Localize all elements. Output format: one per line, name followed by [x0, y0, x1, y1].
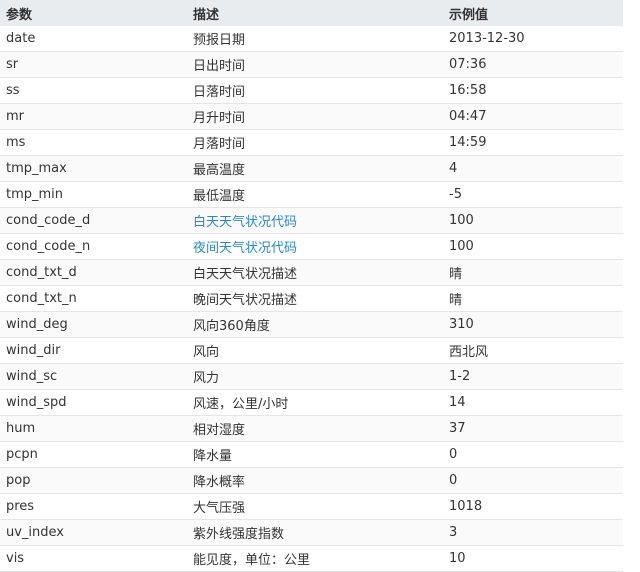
example-cell: 2013-12-30 — [443, 26, 623, 52]
example-cell: 16:58 — [443, 77, 623, 104]
param-cell: wind_deg — [0, 311, 187, 338]
table-row: sr 日出时间 07:36 — [0, 51, 623, 78]
param-cell: uv_index — [0, 519, 187, 546]
description-cell: 白天天气状况描述 — [187, 259, 443, 286]
description-cell: 大气压强 — [187, 493, 443, 520]
table-row: wind_dir 风向 西北风 — [0, 337, 623, 364]
example-cell: 4 — [443, 155, 623, 182]
example-cell: 0 — [443, 467, 623, 494]
description-cell: 夜间天气状况代码 — [187, 233, 443, 260]
example-cell: 37 — [443, 415, 623, 442]
table-row: wind_deg 风向360角度 310 — [0, 311, 623, 338]
param-cell: wind_spd — [0, 389, 187, 416]
example-cell: 14 — [443, 389, 623, 416]
param-cell: tmp_min — [0, 181, 187, 208]
table-row: mr 月升时间 04:47 — [0, 103, 623, 130]
description-cell: 晚间天气状况描述 — [187, 285, 443, 312]
table-row: date 预报日期 2013-12-30 — [0, 26, 623, 52]
table-header: 参数 描述 示例值 — [0, 0, 623, 26]
header-example: 示例值 — [443, 0, 623, 26]
example-cell: 晴 — [443, 285, 623, 312]
header-row: 参数 描述 示例值 — [0, 0, 623, 26]
example-cell: 晴 — [443, 259, 623, 286]
param-cell: ss — [0, 77, 187, 104]
table-row: pop 降水概率 0 — [0, 467, 623, 494]
example-cell: 西北风 — [443, 337, 623, 364]
description-link[interactable]: 夜间天气状况代码 — [193, 241, 297, 256]
description-cell: 最高温度 — [187, 155, 443, 182]
description-cell: 预报日期 — [187, 26, 443, 52]
table-row: uv_index 紫外线强度指数 3 — [0, 519, 623, 546]
parameters-table: 参数 描述 示例值 date 预报日期 2013-12-30 sr 日出时间 07:36 s… — [0, 0, 623, 572]
table-row: cond_txt_d 白天天气状况描述晴 — [0, 259, 623, 286]
param-cell: wind_dir — [0, 337, 187, 364]
description-cell: 白天天气状况代码 — [187, 207, 443, 234]
param-cell: wind_sc — [0, 363, 187, 390]
description-cell: 风速，公里/小时 — [187, 389, 443, 416]
param-cell: hum — [0, 415, 187, 442]
description-cell: 相对湿度 — [187, 415, 443, 442]
description-cell: 能见度，单位：公里 — [187, 545, 443, 572]
description-cell: 月落时间 — [187, 129, 443, 156]
table-row: wind_sc 风力 1-2 — [0, 363, 623, 390]
description-cell: 月升时间 — [187, 103, 443, 130]
example-cell: 14:59 — [443, 129, 623, 156]
description-cell: 日落时间 — [187, 77, 443, 104]
example-cell: 10 — [443, 545, 623, 572]
example-cell: 310 — [443, 311, 623, 338]
param-cell: pres — [0, 493, 187, 520]
example-cell: 100 — [443, 233, 623, 260]
table-row: vis 能见度，单位：公里 10 — [0, 545, 623, 572]
table-row: cond_code_n 夜间天气状况代码 100 — [0, 233, 623, 260]
header-description: 描述 — [187, 0, 443, 26]
description-cell: 风力 — [187, 363, 443, 390]
table-row: pcpn 降水量 0 — [0, 441, 623, 468]
param-cell: pop — [0, 467, 187, 494]
table-row: tmp_max 最高温度 4 — [0, 155, 623, 182]
table-row: tmp_min 最低温度 -5 — [0, 181, 623, 208]
param-cell: ms — [0, 129, 187, 156]
table-row: ss 日落时间 16:58 — [0, 77, 623, 104]
param-cell: pcpn — [0, 441, 187, 468]
example-cell: 3 — [443, 519, 623, 546]
table-row: wind_spd 风速，公里/小时 14 — [0, 389, 623, 416]
header-param: 参数 — [0, 0, 187, 26]
table-body: date 预报日期 2013-12-30 sr 日出时间 07:36 ss 日落时间 16:58… — [0, 26, 623, 572]
table-row: hum 相对湿度 37 — [0, 415, 623, 442]
table-row: pres 大气压强 1018 — [0, 493, 623, 520]
example-cell: 0 — [443, 441, 623, 468]
example-cell: 1018 — [443, 493, 623, 520]
param-cell: cond_code_n — [0, 233, 187, 260]
param-cell: cond_code_d — [0, 207, 187, 234]
example-cell: 1-2 — [443, 363, 623, 390]
param-cell: mr — [0, 103, 187, 130]
description-cell: 风向360角度 — [187, 311, 443, 338]
description-cell: 降水量 — [187, 441, 443, 468]
param-cell: sr — [0, 51, 187, 78]
example-cell: 07:36 — [443, 51, 623, 78]
description-cell: 最低温度 — [187, 181, 443, 208]
table-row: ms 月落时间 14:59 — [0, 129, 623, 156]
description-cell: 风向 — [187, 337, 443, 364]
table-row: cond_txt_n 晚间天气状况描述晴 — [0, 285, 623, 312]
example-cell: 04:47 — [443, 103, 623, 130]
table-row: cond_code_d 白天天气状况代码 100 — [0, 207, 623, 234]
example-cell: -5 — [443, 181, 623, 208]
description-cell: 日出时间 — [187, 51, 443, 78]
param-cell: vis — [0, 545, 187, 572]
param-cell: date — [0, 26, 187, 52]
description-cell: 紫外线强度指数 — [187, 519, 443, 546]
param-cell: cond_txt_n — [0, 285, 187, 312]
param-cell: cond_txt_d — [0, 259, 187, 286]
description-link[interactable]: 白天天气状况代码 — [193, 215, 297, 230]
example-cell: 100 — [443, 207, 623, 234]
param-cell: tmp_max — [0, 155, 187, 182]
description-cell: 降水概率 — [187, 467, 443, 494]
